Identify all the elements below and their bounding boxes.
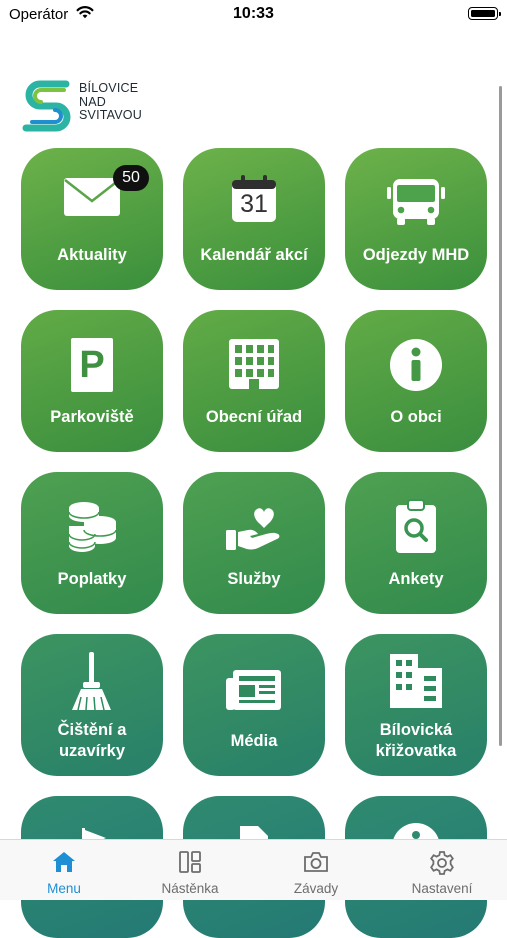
tab-label: Nastavení bbox=[411, 881, 473, 896]
tile-label: Obecní úřad bbox=[205, 408, 303, 426]
tab-label: Menu bbox=[47, 881, 81, 896]
tile-poplatky[interactable]: Poplatky bbox=[21, 472, 163, 614]
tile-bilovicka-krizovatka[interactable]: Bílovická křižovatka bbox=[345, 634, 487, 776]
tile-label: Služby bbox=[227, 570, 281, 588]
tile-label: Bílovická křižovatka bbox=[375, 721, 457, 760]
tab-bar: Menu Nástěnka Závady Nastavení bbox=[0, 839, 507, 900]
clock: 10:33 bbox=[233, 5, 274, 22]
tile-label: Čištění a uzavírky bbox=[57, 721, 127, 760]
tile-aktuality[interactable]: 50 Aktuality bbox=[21, 148, 163, 290]
calendar-day: 31 bbox=[240, 190, 268, 218]
tile-label: Parkoviště bbox=[50, 408, 134, 426]
logo-line: NAD bbox=[79, 94, 106, 109]
tile-label: Kalendář akcí bbox=[200, 246, 308, 264]
clipboard-search-icon bbox=[345, 499, 487, 555]
battery-icon bbox=[468, 7, 501, 20]
tile-label: Ankety bbox=[388, 570, 444, 588]
hand-heart-icon bbox=[183, 504, 325, 554]
newspaper-icon bbox=[183, 668, 325, 712]
municipality-logo: BÍLOVICE NAD SVITAVOU bbox=[20, 78, 150, 132]
tile-ankety[interactable]: Ankety bbox=[345, 472, 487, 614]
broom-icon bbox=[21, 652, 163, 712]
logo-line: SVITAVOU bbox=[79, 108, 142, 122]
tile-parkoviste[interactable]: P Parkoviště bbox=[21, 310, 163, 452]
tile-cisteni-a-uzavirky[interactable]: Čištění a uzavírky bbox=[21, 634, 163, 776]
scrollbar[interactable] bbox=[499, 86, 502, 746]
bus-icon bbox=[345, 178, 487, 226]
tile-label: Média bbox=[230, 732, 278, 750]
logo-line: BÍLOVICE bbox=[79, 81, 139, 95]
logo-text: BÍLOVICE NAD SVITAVOU bbox=[79, 81, 142, 123]
tile-label: Odjezdy MHD bbox=[362, 246, 470, 264]
tile-label: Aktuality bbox=[57, 246, 127, 264]
tab-nastenka[interactable]: Nástěnka bbox=[127, 840, 253, 901]
tab-label: Nástěnka bbox=[161, 881, 219, 896]
tile-obecni-urad[interactable]: Obecní úřad bbox=[183, 310, 325, 452]
board-icon bbox=[127, 850, 253, 874]
town-hall-icon bbox=[183, 337, 325, 391]
tab-menu[interactable]: Menu bbox=[1, 840, 127, 901]
status-bar: Operátor 10:33 bbox=[0, 0, 507, 30]
tile-label: O obci bbox=[390, 408, 442, 426]
gear-icon bbox=[379, 850, 505, 876]
calendar-icon: 31 bbox=[183, 175, 325, 223]
unread-count-badge: 50 bbox=[113, 165, 149, 191]
parking-letter: P bbox=[79, 344, 105, 386]
home-icon bbox=[1, 850, 127, 874]
coins-icon bbox=[21, 500, 163, 554]
buildings-icon bbox=[345, 652, 487, 708]
tab-zavady[interactable]: Závady bbox=[253, 840, 379, 901]
tab-label: Závady bbox=[293, 881, 339, 896]
tile-media[interactable]: Média bbox=[183, 634, 325, 776]
parking-icon: P bbox=[21, 338, 163, 392]
tile-o-obci[interactable]: O obci bbox=[345, 310, 487, 452]
info-icon bbox=[345, 338, 487, 392]
tile-odjezdy-mhd[interactable]: Odjezdy MHD bbox=[345, 148, 487, 290]
tile-kalendar-akci[interactable]: 31 Kalendář akcí bbox=[183, 148, 325, 290]
tile-label: Poplatky bbox=[57, 570, 127, 588]
tab-nastaveni[interactable]: Nastavení bbox=[379, 840, 505, 901]
tile-sluzby[interactable]: Služby bbox=[183, 472, 325, 614]
logo-mark-icon bbox=[22, 80, 71, 132]
camera-icon bbox=[253, 850, 379, 874]
